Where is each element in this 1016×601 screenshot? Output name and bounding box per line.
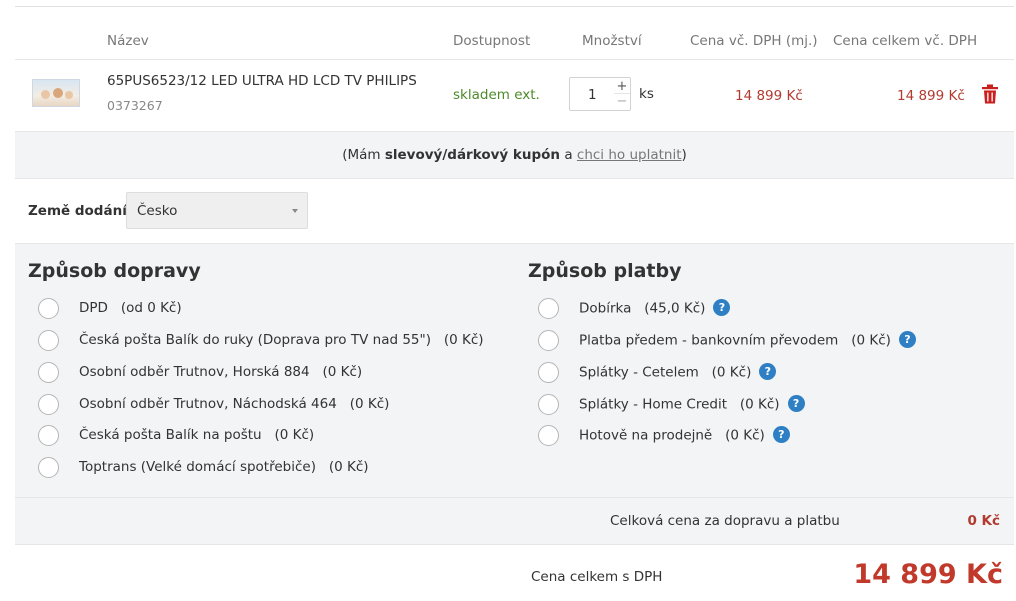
radio-button[interactable] bbox=[538, 394, 559, 415]
product-thumbnail[interactable] bbox=[32, 79, 80, 107]
option-price: (0 Kč) bbox=[443, 332, 484, 348]
option-price: (0 Kč) bbox=[349, 396, 390, 412]
country-select[interactable]: Česko bbox=[126, 192, 308, 229]
option-label: Splátky - Home Credit bbox=[579, 396, 727, 413]
option-label: Hotově na prodejně bbox=[579, 427, 713, 444]
option-price: (0 Kč) bbox=[725, 427, 765, 444]
cart-item-row: 65PUS6523/12 LED ULTRA HD LCD TV PHILIPS… bbox=[15, 60, 1014, 130]
option-price: (0 Kč) bbox=[322, 364, 363, 380]
help-icon[interactable]: ? bbox=[787, 395, 805, 412]
delivery-country-row: Země dodání Česko bbox=[15, 179, 1014, 243]
option-label: Dobírka bbox=[579, 300, 632, 317]
quantity-input[interactable]: 1 bbox=[588, 87, 597, 103]
grand-total-value: 14 899 Kč bbox=[853, 559, 1003, 590]
radio-button[interactable] bbox=[538, 298, 559, 319]
help-icon[interactable]: ? bbox=[713, 299, 731, 316]
option-label: Toptrans (Velké domácí spotřebiče) bbox=[79, 459, 316, 475]
radio-button[interactable] bbox=[538, 362, 559, 383]
option-label: Splátky - Cetelem bbox=[579, 364, 699, 381]
radio-button[interactable] bbox=[38, 457, 59, 478]
chevron-down-icon bbox=[292, 209, 298, 213]
option-price: (0 Kč) bbox=[711, 364, 752, 381]
divider bbox=[15, 6, 1014, 7]
help-icon[interactable]: ? bbox=[759, 363, 777, 380]
quantity-stepper[interactable]: 1 + − bbox=[569, 77, 631, 111]
header-name: Název bbox=[107, 33, 149, 49]
availability-status: skladem ext. bbox=[453, 87, 540, 103]
country-label: Země dodání bbox=[28, 203, 127, 219]
option-label: Česká pošta Balík na poštu bbox=[79, 427, 262, 443]
coupon-text: ) bbox=[681, 147, 687, 163]
shipping-payment-total-label: Celková cena za dopravu a platbu bbox=[610, 513, 840, 529]
apply-coupon-link[interactable]: chci ho uplatnit bbox=[577, 147, 682, 163]
option-label: Česká pošta Balík do ruky (Doprava pro T… bbox=[79, 332, 431, 348]
coupon-text: (Mám bbox=[342, 147, 385, 163]
option-label: Osobní odběr Trutnov, Náchodská 464 bbox=[79, 396, 337, 412]
quantity-unit: ks bbox=[639, 86, 654, 102]
radio-button[interactable] bbox=[38, 425, 59, 446]
unit-price: 14 899 Kč bbox=[735, 88, 803, 104]
header-availability: Dostupnost bbox=[453, 33, 531, 49]
coupon-bold-text: slevový/dárkový kupón bbox=[384, 147, 561, 163]
option-price: (0 Kč) bbox=[274, 427, 315, 443]
shipping-title: Způsob dopravy bbox=[28, 260, 201, 282]
shipping-payment-total-row: Celková cena za dopravu a platbu 0 Kč bbox=[15, 497, 1014, 545]
shipping-payment-total-value: 0 Kč bbox=[967, 513, 1000, 529]
option-label: Osobní odběr Trutnov, Horská 884 bbox=[79, 364, 310, 380]
help-icon[interactable]: ? bbox=[772, 426, 790, 443]
radio-button[interactable] bbox=[38, 298, 59, 319]
payment-title: Způsob platby bbox=[528, 260, 682, 282]
grand-total-row: Cena celkem s DPH 14 899 Kč bbox=[15, 545, 1014, 601]
help-icon[interactable]: ? bbox=[898, 331, 916, 348]
line-total-price: 14 899 Kč bbox=[897, 88, 965, 104]
option-price: (45,0 Kč) bbox=[644, 300, 706, 317]
product-code: 0373267 bbox=[107, 98, 163, 113]
grand-total-label: Cena celkem s DPH bbox=[531, 569, 663, 585]
header-quantity: Množství bbox=[582, 33, 642, 49]
option-price: (0 Kč) bbox=[851, 332, 891, 349]
quantity-decrease-button[interactable]: − bbox=[614, 94, 630, 109]
coupon-text: a bbox=[560, 147, 577, 163]
radio-button[interactable] bbox=[38, 330, 59, 351]
product-name-link[interactable]: 65PUS6523/12 LED ULTRA HD LCD TV PHILIPS bbox=[107, 73, 417, 89]
radio-button[interactable] bbox=[38, 362, 59, 383]
radio-button[interactable] bbox=[538, 330, 559, 351]
header-total-price: Cena celkem vč. DPH bbox=[833, 33, 978, 49]
cart-table-header: Název Dostupnost Množství Cena vč. DPH (… bbox=[15, 33, 1014, 53]
shipping-payment-section: Způsob dopravy DPD (od 0 Kč) Česká pošta… bbox=[15, 243, 1014, 497]
option-label: DPD bbox=[79, 300, 108, 316]
option-price: (0 Kč) bbox=[328, 459, 369, 475]
quantity-increase-button[interactable]: + bbox=[614, 79, 630, 94]
radio-button[interactable] bbox=[538, 425, 559, 446]
radio-button[interactable] bbox=[38, 394, 59, 415]
coupon-bar: (Mám slevový/dárkový kupón a chci ho upl… bbox=[15, 131, 1014, 179]
option-price: (0 Kč) bbox=[739, 396, 780, 413]
option-label: Platba předem - bankovním převodem bbox=[579, 332, 839, 349]
country-selected-value: Česko bbox=[137, 203, 178, 219]
header-unit-price: Cena vč. DPH (mj.) bbox=[690, 33, 818, 49]
option-price: (od 0 Kč) bbox=[120, 300, 182, 316]
trash-icon[interactable] bbox=[981, 84, 999, 104]
